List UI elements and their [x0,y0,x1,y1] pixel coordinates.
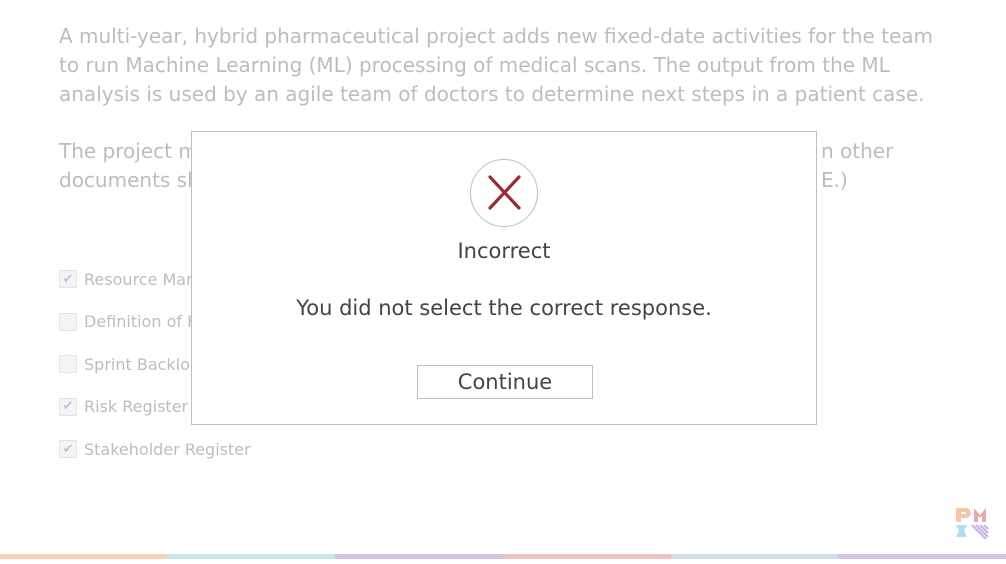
progress-segment [335,554,504,559]
progress-segment [838,554,1006,559]
progress-segment [0,554,168,559]
checkbox-checked-icon[interactable]: ✔ [59,440,77,459]
option-label: Sprint Backlog [84,354,201,374]
option-label: Definition of F [84,312,197,332]
progress-segment [503,554,671,559]
option-label: Resource Mar [84,269,193,289]
dialog-title: Incorrect [457,239,551,263]
progress-bar [0,554,1006,559]
question-paragraph-1: A multi-year, hybrid pharmaceutical proj… [59,24,933,106]
option-label: Stakeholder Register [84,439,251,459]
checkbox-checked-icon[interactable]: ✔ [59,270,77,289]
progress-segment [167,554,336,559]
checkbox-unchecked-icon[interactable] [59,355,77,374]
x-icon [470,159,538,227]
continue-button[interactable]: Continue [417,365,593,399]
paragraph-2-line-1-end: n other [821,139,894,163]
pmi-logo-icon [954,507,990,540]
paragraph-2-line-2-end: E.) [821,168,848,192]
dialog-message: You did not select the correct response. [296,296,712,320]
checkbox-unchecked-icon[interactable] [59,312,77,331]
option-label: Risk Register [84,397,189,417]
paragraph-2-line-1-start: The project m [59,139,198,163]
paragraph-2-line-2-start: documents sh [59,168,200,192]
option-stakeholder-register[interactable]: ✔ Stakeholder Register [59,428,251,471]
progress-segment [670,554,839,559]
checkbox-checked-icon[interactable]: ✔ [59,397,77,416]
feedback-dialog: Incorrect You did not select the correct… [191,131,817,425]
